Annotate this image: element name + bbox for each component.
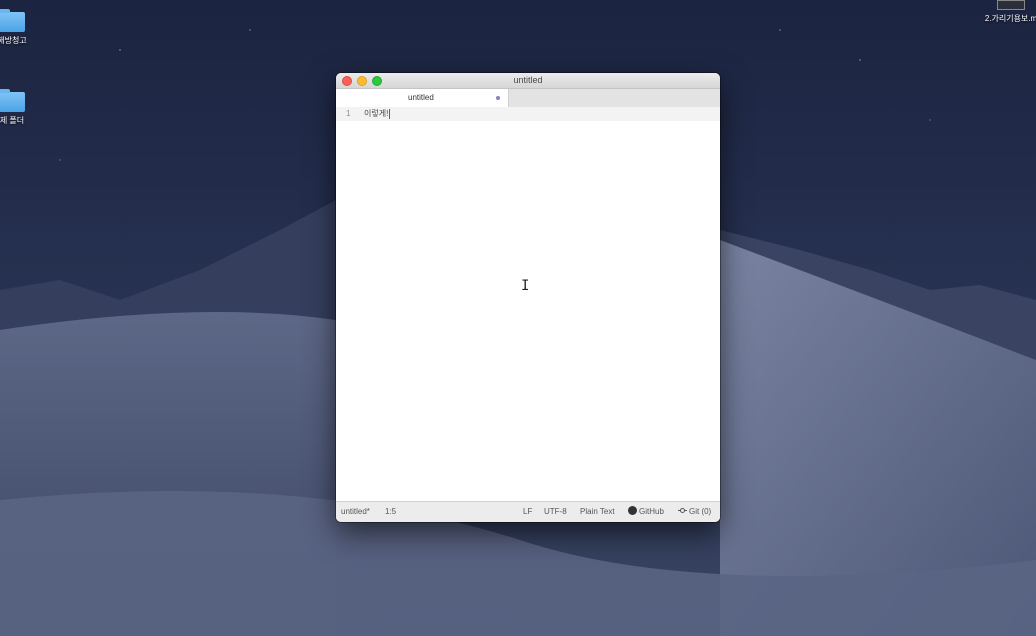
zoom-button[interactable]	[372, 76, 382, 86]
tab-bar: untitled	[336, 89, 720, 108]
line-text: 이렇게!	[364, 109, 389, 118]
folder-icon	[0, 89, 25, 112]
desktop-file-icon[interactable]: 2.가리기용보.m	[980, 0, 1036, 24]
tab-untitled[interactable]: untitled	[336, 89, 509, 107]
close-button[interactable]	[342, 76, 352, 86]
editor-window: untitled untitled 1 이렇게! untitled* 1:5 L…	[336, 73, 720, 522]
line-content: 이렇게!	[364, 107, 391, 121]
desktop-icon-label: 제 폴더	[0, 116, 25, 125]
status-bar: untitled* 1:5 LF UTF-8 Plain Text GitHub…	[336, 501, 720, 522]
text-caret	[389, 108, 391, 119]
desktop-icon-label: 2.가리기용보.m	[984, 14, 1036, 23]
status-grammar[interactable]: Plain Text	[580, 502, 615, 522]
desktop-folder-icon[interactable]: 제 폴더	[0, 89, 42, 126]
github-icon	[628, 506, 637, 515]
folder-icon	[0, 9, 25, 32]
desktop-folder-icon[interactable]: 해방청고	[0, 9, 42, 46]
modified-indicator-icon[interactable]	[496, 96, 500, 100]
status-cursor-position[interactable]: 1:5	[385, 502, 396, 522]
ibeam-cursor-icon: I	[521, 278, 530, 294]
status-line-ending[interactable]: LF	[523, 502, 532, 522]
git-commit-icon	[678, 506, 687, 515]
window-controls	[342, 76, 382, 86]
git-label: Git (0)	[689, 507, 712, 516]
status-github[interactable]: GitHub	[628, 502, 664, 522]
window-titlebar[interactable]: untitled	[336, 73, 720, 89]
editor-line[interactable]: 1 이렇게!	[336, 107, 720, 121]
text-editor[interactable]: 1 이렇게!	[336, 107, 720, 502]
desktop-icon-label: 해방청고	[0, 36, 27, 45]
line-number: 1	[346, 109, 351, 118]
status-encoding[interactable]: UTF-8	[544, 502, 567, 522]
tab-label: untitled	[408, 93, 434, 102]
minimize-button[interactable]	[357, 76, 367, 86]
status-filename[interactable]: untitled*	[341, 502, 370, 522]
status-git[interactable]: Git (0)	[678, 502, 711, 522]
window-title: untitled	[513, 75, 543, 85]
github-label: GitHub	[639, 507, 664, 516]
file-thumbnail-icon	[997, 0, 1025, 10]
